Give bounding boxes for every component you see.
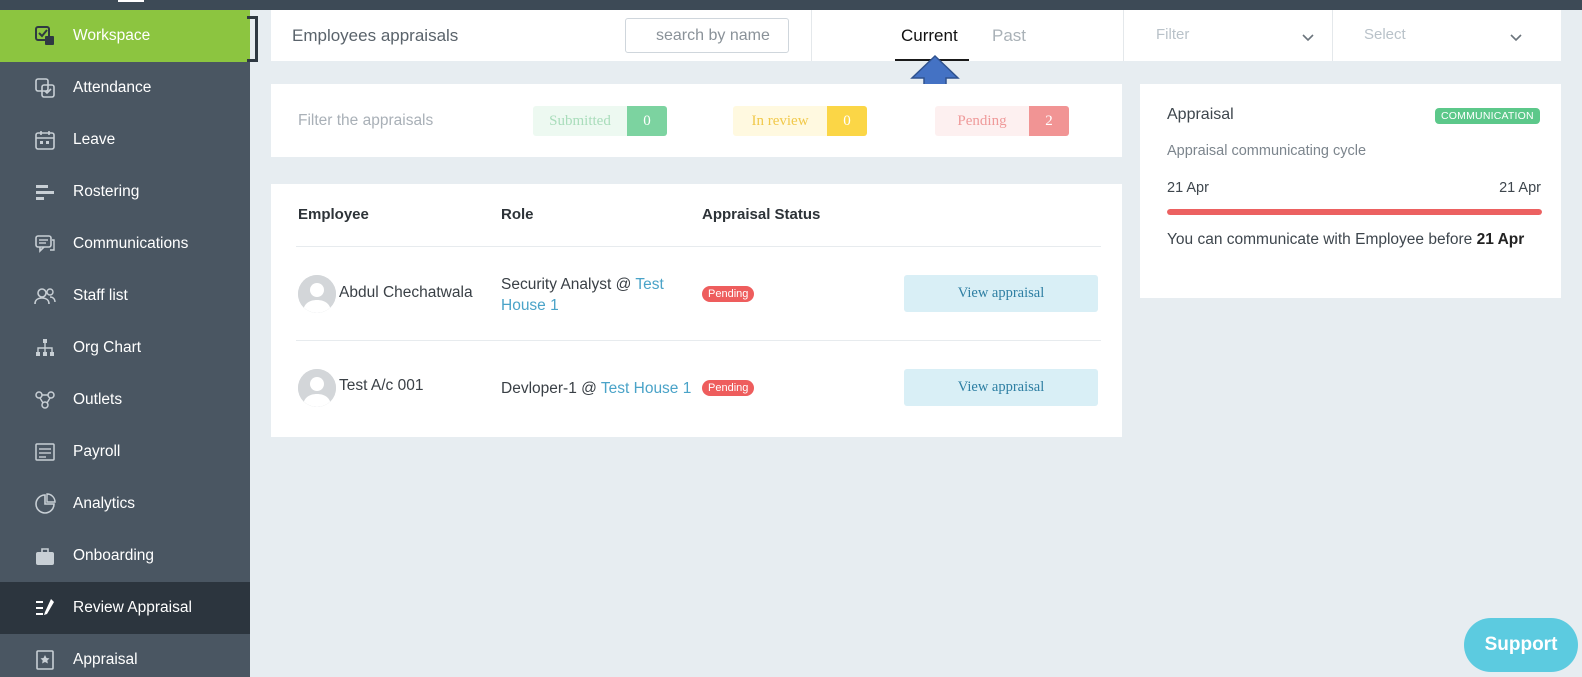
- cycle-end-date: 21 Apr: [1499, 180, 1541, 196]
- column-header-status: Appraisal Status: [702, 206, 821, 223]
- employee-role: Security Analyst @ Test House 1: [501, 274, 701, 316]
- sidebar-item-appraisal[interactable]: Appraisal: [0, 634, 250, 677]
- appraisal-card: Appraisal COMMUNICATION Appraisal commun…: [1140, 84, 1561, 298]
- submitted-filter-chip[interactable]: Submitted 0: [533, 106, 667, 136]
- sidebar-item-label: Leave: [73, 131, 116, 148]
- chat-icon: [34, 233, 56, 255]
- note-date: 21 Apr: [1476, 231, 1525, 248]
- staff-icon: [34, 285, 56, 307]
- role-title: Security Analyst @: [501, 276, 636, 293]
- outlets-icon: [34, 389, 56, 411]
- sidebar-item-label: Workspace: [73, 27, 151, 44]
- avatar: [298, 369, 336, 407]
- column-header-role: Role: [501, 206, 534, 223]
- sidebar-item-label: Analytics: [73, 495, 136, 512]
- view-appraisal-button[interactable]: View appraisal: [904, 275, 1098, 312]
- tab-current[interactable]: Current: [901, 26, 958, 46]
- sidebar-item-label: Onboarding: [73, 547, 155, 564]
- sidebar-item-label: Appraisal: [73, 651, 138, 668]
- sidebar-item-label: Org Chart: [73, 339, 142, 356]
- cycle-start-date: 21 Apr: [1167, 180, 1209, 196]
- sidebar-item-label: Staff list: [73, 287, 128, 304]
- chip-label: Pending: [935, 106, 1029, 136]
- chip-count: 0: [827, 106, 867, 136]
- sidebar-item-review-appraisal[interactable]: Review Appraisal: [0, 582, 250, 634]
- view-appraisal-button[interactable]: View appraisal: [904, 369, 1098, 406]
- sidebar-item-rostering[interactable]: Rostering: [0, 166, 250, 218]
- chip-count: 2: [1029, 106, 1069, 136]
- table-row: Abdul Chechatwala Security Analyst @ Tes…: [271, 247, 1122, 339]
- page-title: Employees appraisals: [292, 26, 459, 45]
- chip-label: In review: [733, 106, 827, 136]
- sidebar-item-payroll[interactable]: Payroll: [0, 426, 250, 478]
- role-title: Devloper-1 @: [501, 380, 601, 397]
- sidebar-item-communications[interactable]: Communications: [0, 218, 250, 270]
- top-bar-marker: [118, 0, 144, 2]
- column-header-employee: Employee: [298, 206, 369, 223]
- sidebar-item-label: Outlets: [73, 391, 123, 408]
- appraisals-table: Employee Role Appraisal Status Abdul Che…: [271, 184, 1122, 437]
- sidebar-item-attendance[interactable]: Attendance: [0, 62, 250, 114]
- header-divider: [811, 10, 812, 61]
- calendar-icon: [34, 129, 56, 151]
- workspace-icon: [34, 25, 56, 47]
- sidebar: Workspace Attendance Leave Rostering Com…: [0, 10, 258, 677]
- sidebar-item-workspace[interactable]: Workspace: [0, 10, 258, 62]
- avatar: [298, 275, 336, 313]
- role-location-link[interactable]: Test House 1: [601, 380, 691, 397]
- chip-count: 0: [627, 106, 667, 136]
- tab-past[interactable]: Past: [992, 26, 1026, 46]
- sidebar-item-onboarding[interactable]: Onboarding: [0, 530, 250, 582]
- cycle-progress-bar: [1167, 209, 1542, 215]
- org-chart-icon: [34, 337, 56, 359]
- briefcase-icon: [34, 545, 56, 567]
- filter-card: Filter the appraisals Submitted 0 In rev…: [271, 84, 1122, 157]
- attendance-icon: [34, 77, 56, 99]
- header-divider: [1123, 10, 1124, 61]
- table-row: Test A/c 001 Devloper-1 @ Test House 1 P…: [271, 341, 1122, 433]
- sidebar-item-label: Rostering: [73, 183, 140, 200]
- search-input[interactable]: [625, 18, 789, 53]
- sidebar-item-org-chart[interactable]: Org Chart: [0, 322, 250, 374]
- select-dropdown[interactable]: Select: [1364, 26, 1406, 43]
- filter-dropdown[interactable]: Filter: [1156, 26, 1189, 43]
- rostering-icon: [34, 181, 56, 203]
- support-button[interactable]: Support: [1464, 618, 1578, 672]
- note-text: You can communicate with Employee before: [1167, 231, 1477, 248]
- employee-role: Devloper-1 @ Test House 1: [501, 378, 711, 399]
- status-badge: Pending: [702, 380, 755, 396]
- sidebar-item-leave[interactable]: Leave: [0, 114, 250, 166]
- status-badge: Pending: [702, 286, 755, 302]
- analytics-icon: [34, 493, 56, 515]
- employee-name: Test A/c 001: [339, 377, 424, 394]
- pending-filter-chip[interactable]: Pending 2: [935, 106, 1069, 136]
- cycle-progress-fill: [1167, 209, 1542, 215]
- in-review-filter-chip[interactable]: In review 0: [733, 106, 867, 136]
- chip-label: Submitted: [533, 106, 627, 136]
- filter-title: Filter the appraisals: [298, 112, 434, 129]
- review-icon: [34, 597, 56, 619]
- sidebar-item-label: Review Appraisal: [73, 599, 192, 616]
- appraisal-icon: [34, 649, 56, 671]
- sidebar-item-label: Attendance: [73, 79, 152, 96]
- stage-badge: COMMUNICATION: [1435, 108, 1540, 124]
- chevron-down-icon[interactable]: [1509, 30, 1523, 44]
- header-divider: [1332, 10, 1333, 61]
- appraisal-subtitle: Appraisal communicating cycle: [1167, 143, 1367, 159]
- employee-name: Abdul Chechatwala: [339, 284, 473, 301]
- sidebar-item-staff-list[interactable]: Staff list: [0, 270, 250, 322]
- appraisal-title: Appraisal: [1167, 106, 1234, 123]
- payroll-icon: [34, 441, 56, 463]
- sidebar-item-analytics[interactable]: Analytics: [0, 478, 250, 530]
- sidebar-item-label: Payroll: [73, 443, 121, 460]
- top-bar: [0, 0, 1582, 10]
- sidebar-item-label: Communications: [73, 235, 189, 252]
- appraisal-note: You can communicate with Employee before…: [1167, 229, 1537, 250]
- sidebar-item-outlets[interactable]: Outlets: [0, 374, 250, 426]
- chevron-down-icon[interactable]: [1301, 30, 1315, 44]
